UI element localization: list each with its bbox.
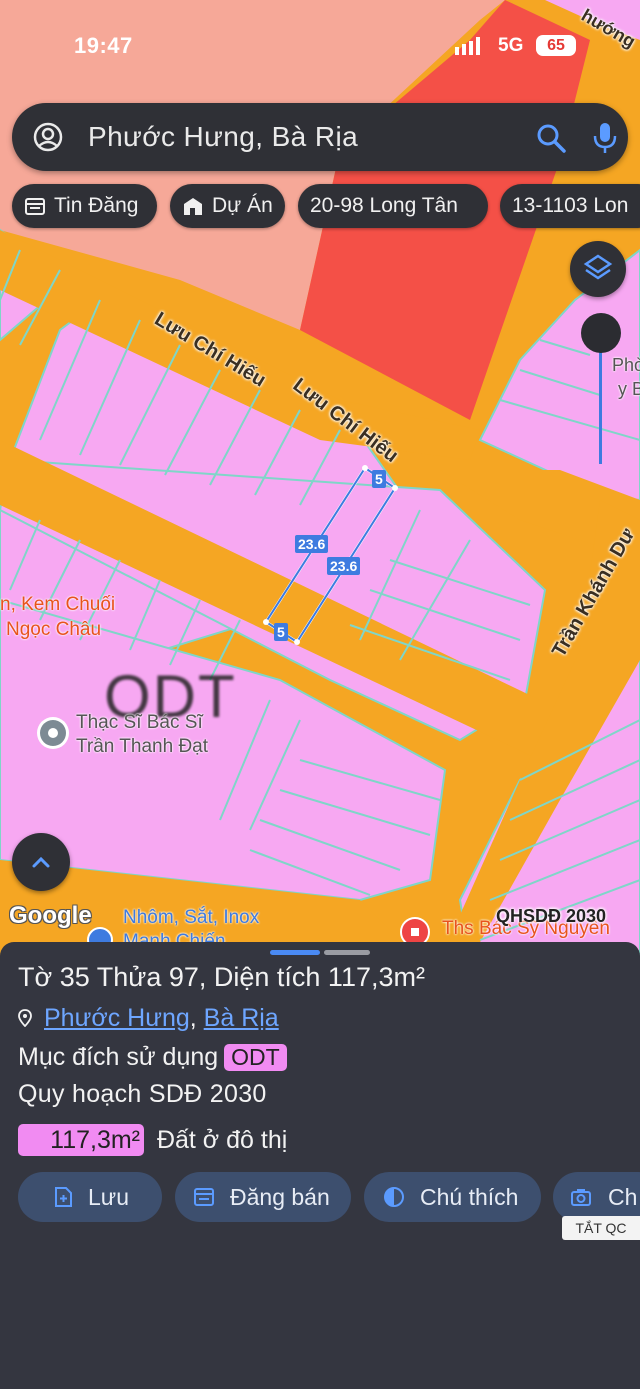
parcel-location: Phước Hưng, Bà Rịa bbox=[18, 1004, 279, 1033]
save-label: Lưu bbox=[88, 1184, 129, 1210]
poi-label[interactable]: y B bbox=[618, 379, 640, 400]
chip-label: Tin Đăng bbox=[54, 194, 139, 217]
legend-button[interactable]: Chú thích bbox=[364, 1172, 541, 1222]
chip-tin-dang[interactable]: Tin Đăng bbox=[12, 184, 157, 228]
search-bar[interactable]: Phước Hưng, Bà Rịa bbox=[12, 103, 628, 171]
search-input[interactable]: Phước Hưng, Bà Rịa bbox=[88, 121, 358, 153]
poi-label[interactable]: Phò bbox=[612, 355, 640, 376]
location-separator: , bbox=[189, 1004, 197, 1032]
google-logo: Google bbox=[9, 902, 92, 929]
microphone-icon[interactable] bbox=[592, 121, 618, 155]
post-sale-icon bbox=[194, 1188, 214, 1206]
area-value: 117,3m² bbox=[18, 1124, 144, 1156]
poi-label[interactable]: n, Kem Chuối bbox=[0, 594, 115, 616]
poi-label[interactable]: Thạc Sĩ Bác Sĩ bbox=[76, 712, 203, 734]
plan-label: QHSDĐ 2030 bbox=[496, 906, 607, 926]
account-icon[interactable] bbox=[32, 121, 64, 153]
chip-long-tan-2[interactable]: 13-1103 Lon bbox=[500, 184, 640, 228]
ward-link[interactable]: Phước Hưng bbox=[44, 1004, 190, 1032]
chip-long-tan[interactable]: 20-98 Long Tân bbox=[298, 184, 488, 228]
poi-pin-icon[interactable] bbox=[37, 717, 69, 749]
post-sale-label: Đăng bán bbox=[230, 1184, 330, 1210]
poi-label[interactable]: Ngọc Châu bbox=[6, 619, 101, 641]
city-link[interactable]: Bà Rịa bbox=[204, 1004, 279, 1032]
location-pin-icon bbox=[18, 1009, 32, 1027]
clock: 19:47 bbox=[74, 33, 133, 58]
save-icon bbox=[55, 1187, 72, 1207]
camera-label: Ch bbox=[608, 1184, 638, 1210]
layers-button[interactable] bbox=[570, 241, 626, 297]
parcel-title: Tờ 35 Thửa 97, Diện tích 117,3m² bbox=[18, 962, 425, 992]
camera-button[interactable]: Ch bbox=[553, 1172, 640, 1222]
signal-icon bbox=[455, 37, 480, 55]
chip-label: 20-98 Long Tân bbox=[310, 194, 458, 217]
building-icon bbox=[184, 198, 202, 215]
purpose-label: Mục đích sử dụng bbox=[18, 1043, 219, 1071]
poi-label[interactable]: Nhôm, Sắt, Inox bbox=[123, 907, 259, 929]
camera-icon bbox=[571, 1189, 591, 1206]
poi-label[interactable]: Trần Thanh Đạt bbox=[76, 736, 208, 758]
expand-button[interactable] bbox=[12, 833, 70, 891]
battery-icon: 65 bbox=[536, 35, 576, 56]
sheet-handle[interactable] bbox=[324, 950, 370, 955]
legend-icon bbox=[384, 1187, 404, 1207]
dimension-label: 5 bbox=[274, 623, 288, 641]
chip-label: Dự Án bbox=[212, 194, 273, 217]
status-bar: 19:47 5G 65 bbox=[0, 0, 640, 95]
area-row: 117,3m² Đất ở đô thị bbox=[18, 1124, 287, 1156]
plan-text: Quy hoạch SDĐ 2030 bbox=[18, 1080, 267, 1108]
search-icon[interactable] bbox=[536, 123, 566, 153]
action-buttons: Lưu Đăng bán Chú thích Ch bbox=[0, 1172, 640, 1224]
chip-label: 13-1103 Lon bbox=[512, 194, 629, 217]
dimension-label: 23.6 bbox=[327, 557, 361, 575]
layers-icon bbox=[583, 254, 613, 280]
dimension-label: 5 bbox=[372, 470, 386, 488]
dimension-label: 23.6 bbox=[295, 535, 329, 553]
filter-chips: Tin Đăng Dự Án 20-98 Long Tân 13-1103 Lo… bbox=[0, 184, 640, 230]
legend-label: Chú thích bbox=[420, 1184, 519, 1210]
chevron-up-icon bbox=[32, 856, 50, 868]
area-type: Đất ở đô thị bbox=[156, 1126, 288, 1154]
post-sale-button[interactable]: Đăng bán bbox=[175, 1172, 351, 1222]
hide-ads-button[interactable]: TẮT QC bbox=[562, 1216, 640, 1240]
purpose-code-badge: ODT bbox=[224, 1044, 287, 1071]
network-type: 5G bbox=[498, 35, 524, 56]
opacity-slider-handle[interactable] bbox=[581, 313, 621, 353]
parcel-info-sheet[interactable]: Tờ 35 Thửa 97, Diện tích 117,3m² Phước H… bbox=[0, 942, 640, 1389]
save-button[interactable]: Lưu bbox=[18, 1172, 162, 1222]
sheet-handle[interactable] bbox=[270, 950, 320, 955]
chip-du-an[interactable]: Dự Án bbox=[170, 184, 285, 228]
listing-icon bbox=[25, 198, 45, 215]
land-purpose: Mục đích sử dụng ODT bbox=[18, 1043, 287, 1072]
